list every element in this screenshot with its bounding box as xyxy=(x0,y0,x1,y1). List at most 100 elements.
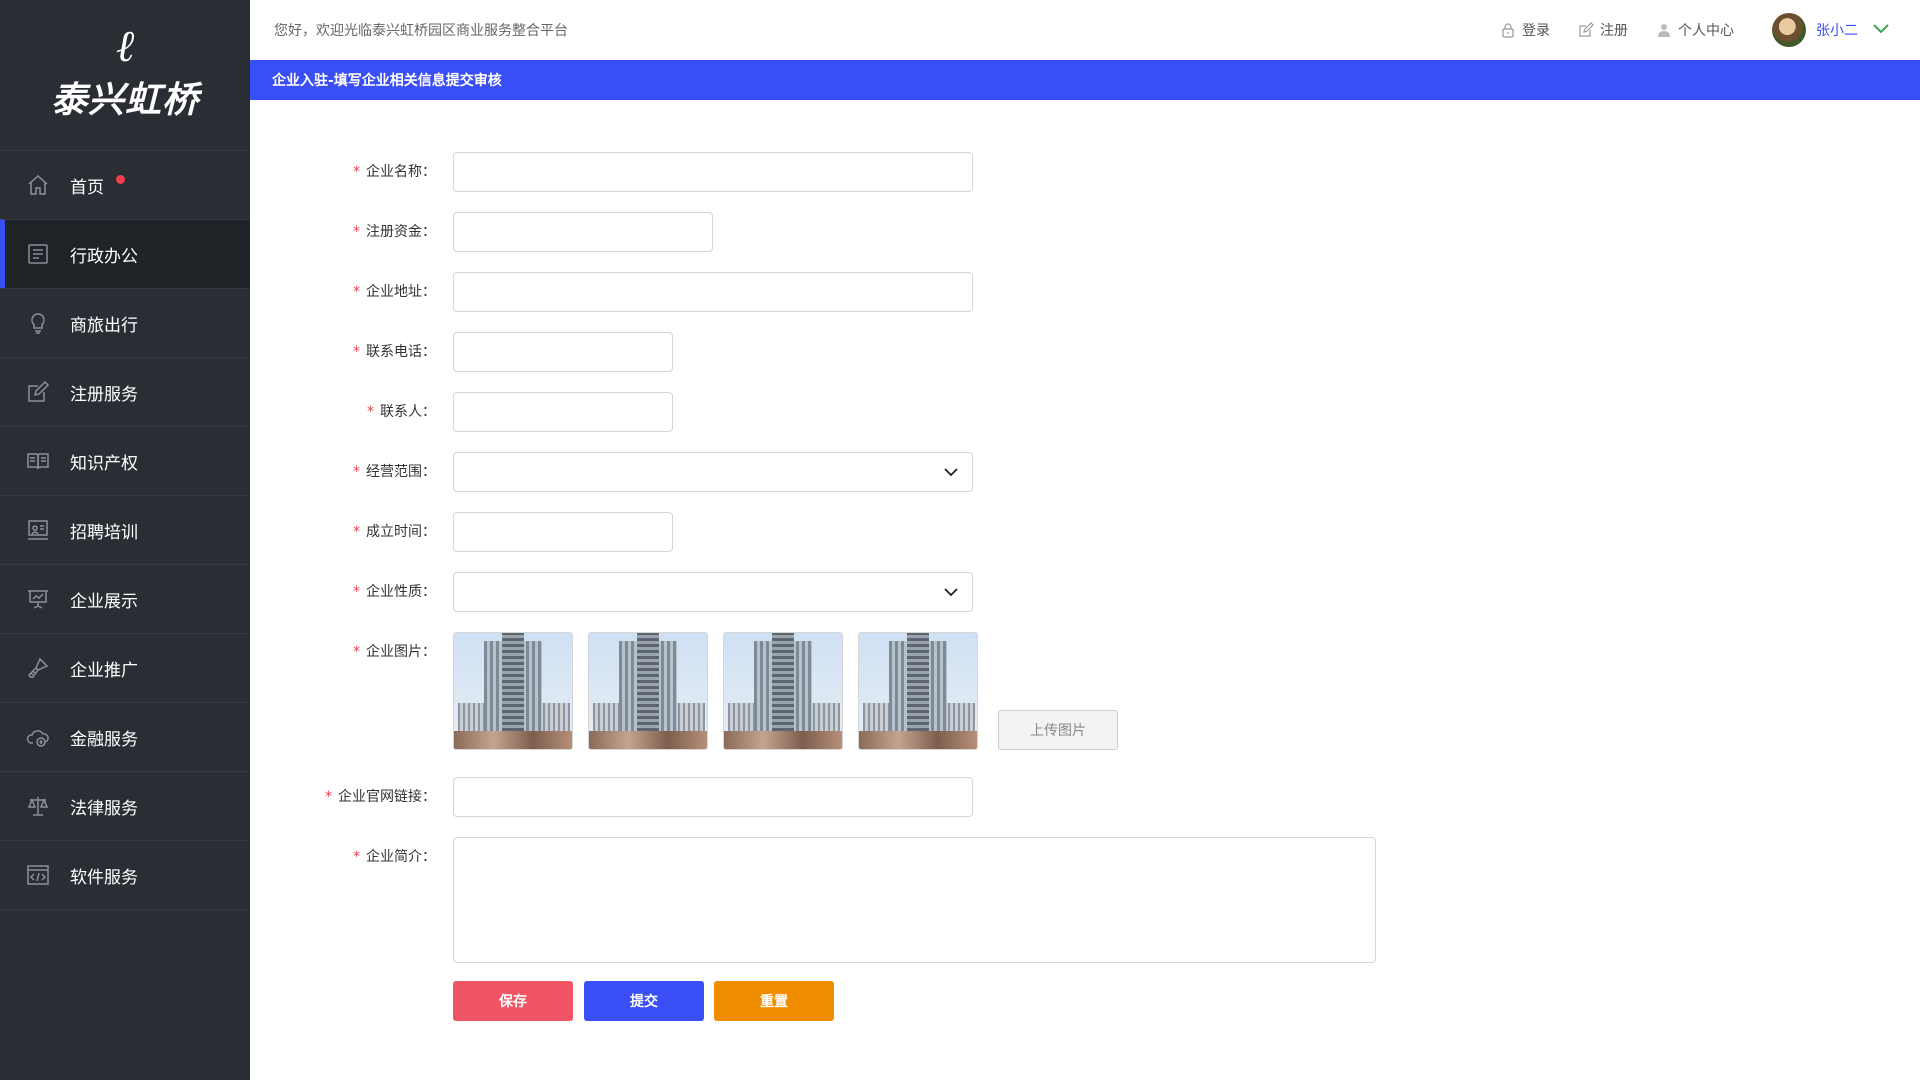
company-images-label: * 企业图片： xyxy=(353,632,436,672)
business-scope-label: * 经营范围： xyxy=(353,452,436,492)
ground xyxy=(589,731,707,749)
top-bar: 您好，欢迎光临泰兴虹桥园区商业服务整合平台 登录 注册 个人中心 张小二 xyxy=(250,0,1920,60)
sidebar-item-recruitment[interactable]: 招聘培训 xyxy=(0,495,250,564)
company-address-label: * 企业地址： xyxy=(353,272,436,312)
login-link[interactable]: 登录 xyxy=(1500,20,1550,40)
label-text: 注册资金： xyxy=(366,224,436,240)
intro-textarea[interactable] xyxy=(453,837,1376,963)
display-board-icon xyxy=(26,587,50,611)
company-image-thumb[interactable] xyxy=(453,632,573,750)
book-icon xyxy=(26,449,50,473)
established-label: * 成立时间： xyxy=(353,512,436,552)
building-core xyxy=(772,633,794,731)
sidebar-item-label: 注册服务 xyxy=(70,384,138,405)
phone-input[interactable] xyxy=(453,332,673,372)
register-link[interactable]: 注册 xyxy=(1578,20,1628,40)
phone-label: * 联系电话： xyxy=(353,332,436,372)
submit-button[interactable]: 提交 xyxy=(584,981,704,1021)
label-text: 企业地址： xyxy=(366,284,436,300)
sidebar-item-admin-office[interactable]: 行政办公 xyxy=(0,219,250,288)
home-icon xyxy=(26,173,50,197)
logo[interactable]: ℓ 泰兴虹桥 xyxy=(0,0,250,150)
company-type-label: * 企业性质： xyxy=(353,572,436,612)
sidebar-item-finance[interactable]: 金融服务 xyxy=(0,702,250,771)
sidebar-item-label: 企业推广 xyxy=(70,660,138,681)
established-date-input[interactable] xyxy=(453,512,673,552)
required-mark: * xyxy=(353,464,360,480)
login-label: 登录 xyxy=(1522,23,1550,39)
sidebar-item-promotion[interactable]: 企业推广 xyxy=(0,633,250,702)
username[interactable]: 张小二 xyxy=(1816,20,1858,40)
upload-image-button[interactable]: 上传图片 xyxy=(998,710,1118,750)
profile-link[interactable]: 个人中心 xyxy=(1656,20,1734,40)
lightbulb-icon xyxy=(26,311,50,335)
building-core xyxy=(502,633,524,731)
sidebar-item-legal[interactable]: 法律服务 xyxy=(0,771,250,840)
brush-icon xyxy=(26,656,50,680)
label-text: 企业官网链接： xyxy=(338,789,436,805)
ground xyxy=(454,731,572,749)
company-image-thumb[interactable] xyxy=(858,632,978,750)
label-text: 企业简介： xyxy=(366,849,436,865)
form-row-company-images: * 企业图片： 上传图片 xyxy=(250,632,1920,752)
chevron-down-icon[interactable] xyxy=(1872,22,1890,38)
top-right-actions: 登录 注册 个人中心 张小二 xyxy=(1472,0,1890,60)
required-mark: * xyxy=(353,849,360,865)
registered-capital-input[interactable] xyxy=(453,212,713,252)
sidebar-item-label: 软件服务 xyxy=(70,867,138,888)
required-mark: * xyxy=(353,524,360,540)
sidebar-item-label: 首页 xyxy=(70,177,104,198)
required-mark: * xyxy=(353,224,360,240)
sidebar-divider xyxy=(0,909,250,910)
required-mark: * xyxy=(325,789,332,805)
registered-capital-label: * 注册资金： xyxy=(353,212,436,252)
company-name-input[interactable] xyxy=(453,152,973,192)
building-core xyxy=(907,633,929,731)
company-type-select[interactable] xyxy=(453,572,973,612)
company-address-input[interactable] xyxy=(453,272,973,312)
label-text: 联系人： xyxy=(380,404,436,420)
company-image-thumb[interactable] xyxy=(588,632,708,750)
lock-icon xyxy=(1502,23,1514,38)
sidebar-item-label: 招聘培训 xyxy=(70,522,138,543)
label-text: 企业性质： xyxy=(366,584,436,600)
required-mark: * xyxy=(353,644,360,660)
presentation-icon xyxy=(26,518,50,542)
required-mark: * xyxy=(367,404,374,420)
sidebar-item-label: 商旅出行 xyxy=(70,315,138,336)
sidebar-item-business-travel[interactable]: 商旅出行 xyxy=(0,288,250,357)
sidebar-item-intellectual-property[interactable]: 知识产权 xyxy=(0,426,250,495)
contact-label: * 联系人： xyxy=(367,392,436,432)
welcome-text: 您好，欢迎光临泰兴虹桥园区商业服务整合平台 xyxy=(274,23,568,39)
form-row-intro: * 企业简介： xyxy=(250,837,1920,963)
website-input[interactable] xyxy=(453,777,973,817)
reset-button[interactable]: 重置 xyxy=(714,981,834,1021)
sidebar-item-home[interactable]: 首页 xyxy=(0,150,250,219)
avatar[interactable] xyxy=(1772,13,1806,47)
website-label: * 企业官网链接： xyxy=(325,777,436,817)
contact-input[interactable] xyxy=(453,392,673,432)
logo-text: 泰兴虹桥 xyxy=(50,79,199,121)
save-button[interactable]: 保存 xyxy=(453,981,573,1021)
required-mark: * xyxy=(353,164,360,180)
cloud-finance-icon xyxy=(26,725,50,749)
sidebar-item-registration[interactable]: 注册服务 xyxy=(0,357,250,426)
sidebar-item-label: 知识产权 xyxy=(70,453,138,474)
label-text: 企业名称： xyxy=(366,164,436,180)
scale-icon xyxy=(26,794,50,818)
sidebar-item-software[interactable]: 软件服务 xyxy=(0,840,250,909)
business-scope-select[interactable] xyxy=(453,452,973,492)
banner-title: 企业入驻-填写企业相关信息提交审核 xyxy=(272,73,502,89)
company-image-thumb[interactable] xyxy=(723,632,843,750)
register-label: 注册 xyxy=(1600,23,1628,39)
company-name-label: * 企业名称： xyxy=(353,152,436,192)
sidebar-item-label: 行政办公 xyxy=(70,246,138,267)
sidebar-item-company-showcase[interactable]: 企业展示 xyxy=(0,564,250,633)
edit-icon xyxy=(26,380,50,404)
logo-mark: ℓ xyxy=(115,21,135,72)
chevron-down-icon xyxy=(944,588,958,597)
page-banner: 企业入驻-填写企业相关信息提交审核 xyxy=(250,60,1920,100)
intro-label: * 企业简介： xyxy=(353,837,436,877)
required-mark: * xyxy=(353,584,360,600)
sidebar-item-label: 法律服务 xyxy=(70,798,138,819)
